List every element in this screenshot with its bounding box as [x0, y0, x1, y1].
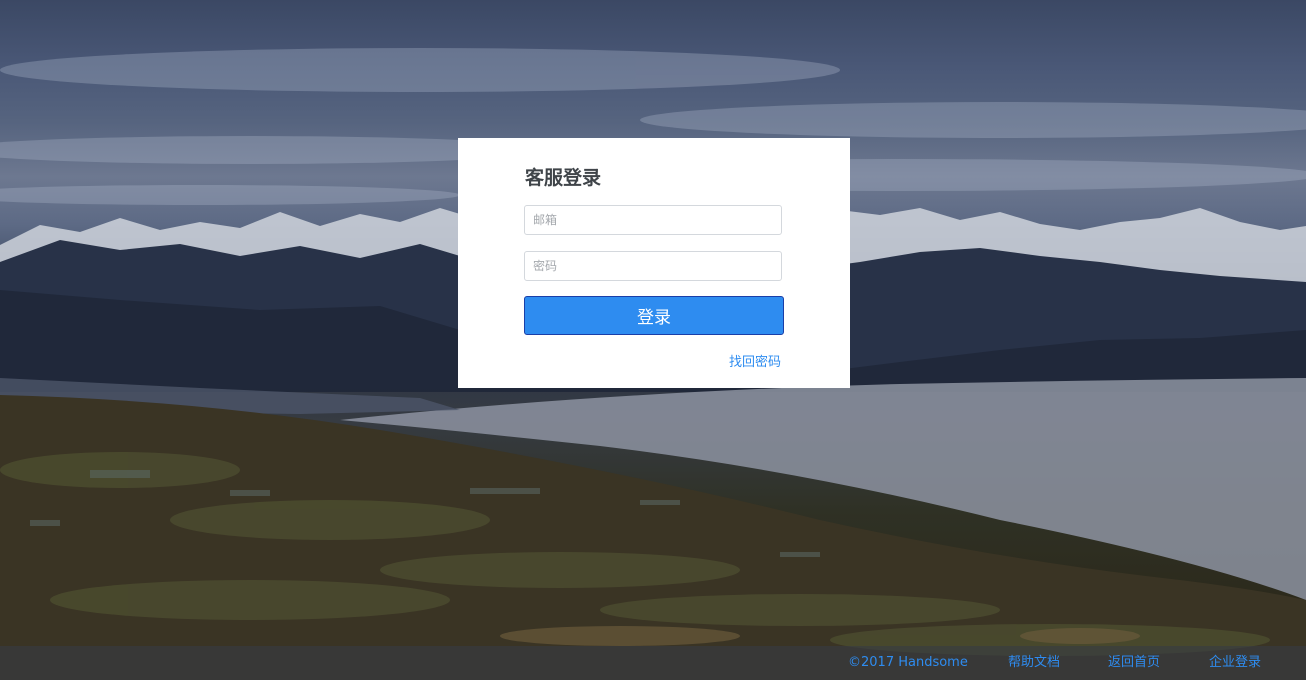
recover-password-link[interactable]: 找回密码	[729, 354, 781, 372]
home-link[interactable]: 返回首页	[1108, 654, 1160, 672]
email-field[interactable]	[524, 205, 782, 235]
help-docs-link[interactable]: 帮助文档	[1008, 654, 1060, 672]
copyright-text: ©2017 Handsome	[848, 655, 968, 670]
login-card: 客服登录 登录 找回密码	[458, 138, 850, 388]
footer: ©2017 Handsome 帮助文档 返回首页 企业登录	[0, 646, 1306, 680]
login-button[interactable]: 登录	[524, 296, 784, 335]
password-field[interactable]	[524, 251, 782, 281]
enterprise-login-link[interactable]: 企业登录	[1209, 654, 1261, 672]
login-title: 客服登录	[525, 167, 602, 189]
